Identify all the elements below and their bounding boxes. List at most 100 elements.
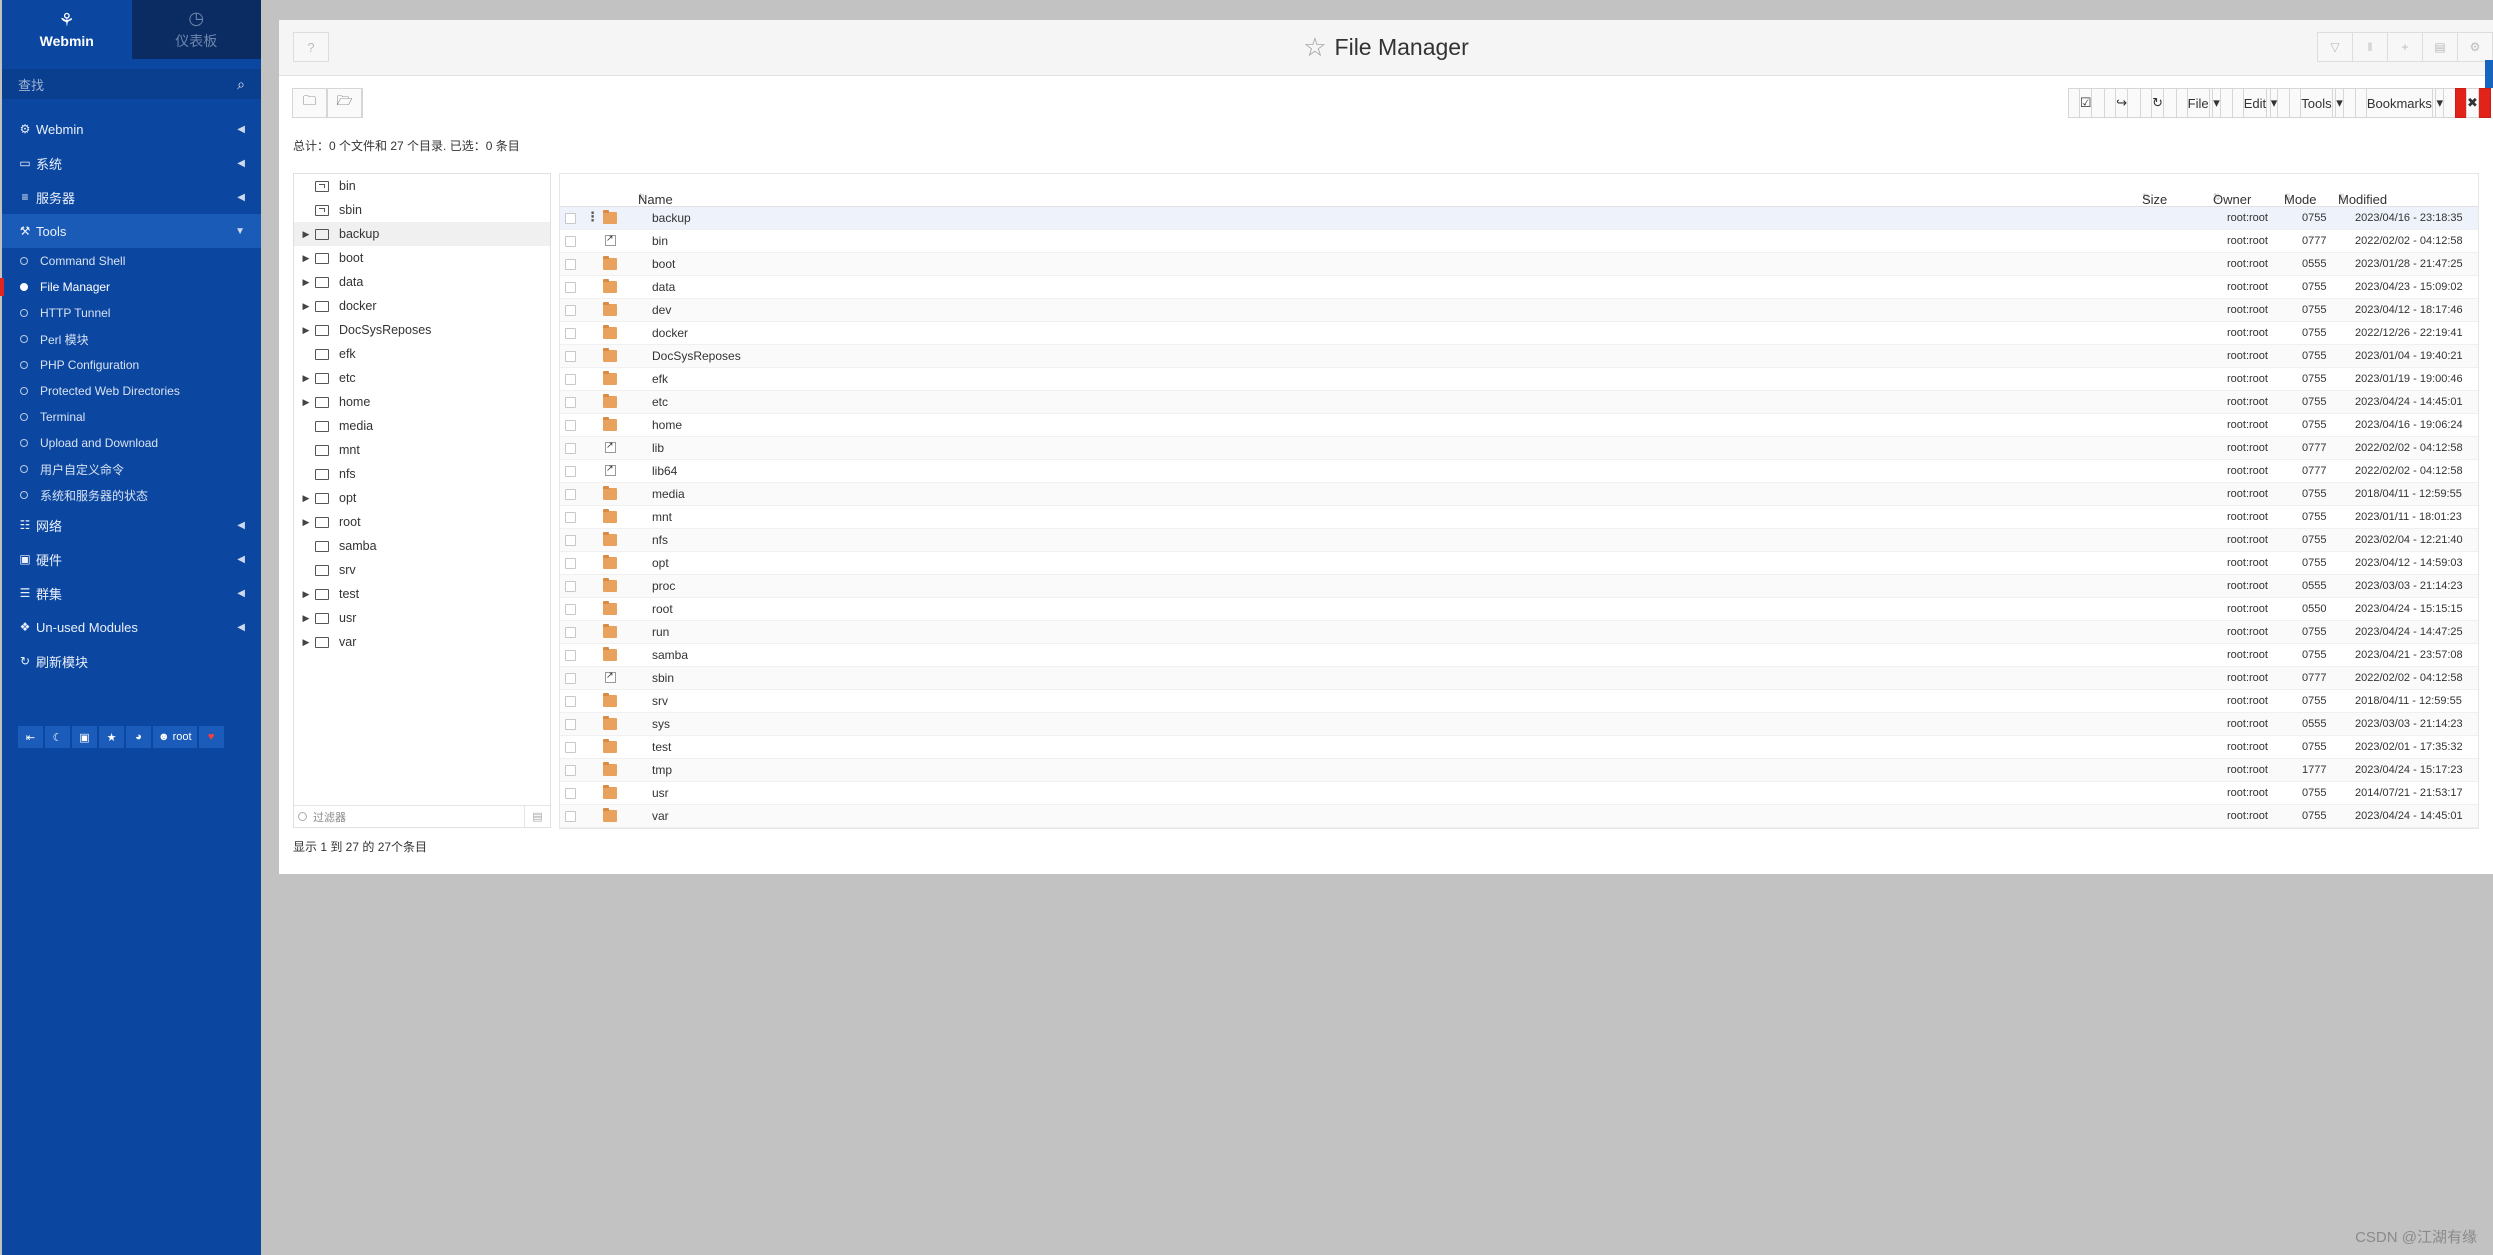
table-row[interactable]: mnt root:root 0755 2023/01/11 - 18:01:23 [560,506,2478,529]
tree-item[interactable]: mnt [294,438,550,462]
tree-item[interactable]: ▶ etc [294,366,550,390]
tree-item[interactable]: ▶ var [294,630,550,654]
row-checkbox[interactable] [565,788,576,799]
table-row[interactable]: sys root:root 0555 2023/03/03 - 21:14:23 [560,713,2478,736]
expand-arrow-icon[interactable]: ▶ [297,397,315,408]
table-row[interactable]: opt root:root 0755 2023/04/12 - 14:59:03 [560,552,2478,575]
filter-icon[interactable]: ▽ [2317,32,2353,62]
row-checkbox[interactable] [565,420,576,431]
tree-item[interactable]: sbin [294,198,550,222]
tools-menu-button[interactable]: Tools ▾ [2289,88,2356,118]
open-folder-button[interactable]: 🗀 [292,88,328,118]
table-row[interactable]: samba root:root 0755 2023/04/21 - 23:57:08 [560,644,2478,667]
tree-filter-input[interactable]: 过滤器 ▤ [294,805,550,827]
row-checkbox[interactable] [565,696,576,707]
expand-arrow-icon[interactable]: ▶ [297,517,315,528]
table-row[interactable]: bin root:root 0777 2022/02/02 - 04:12:58 [560,230,2478,253]
collapse-icon[interactable]: ⇤ [18,726,43,748]
expand-arrow-icon[interactable]: ▶ [297,277,315,288]
plus-icon[interactable]: + [2387,32,2423,62]
tree-item[interactable]: media [294,414,550,438]
table-row[interactable]: usr root:root 0755 2014/07/21 - 21:53:17 [560,782,2478,805]
tree-item[interactable]: ▶ test [294,582,550,606]
expand-arrow-icon[interactable]: ▶ [297,301,315,312]
file-menu-button[interactable]: File ▾ [2175,88,2233,118]
file-name[interactable]: tmp [652,763,672,777]
refresh-button[interactable]: ↻ [2139,88,2177,118]
row-menu-icon[interactable]: ⋮ [586,209,599,225]
file-name[interactable]: var [652,809,669,823]
row-checkbox[interactable] [565,512,576,523]
window-icon[interactable]: ▤ [2422,32,2458,62]
file-name[interactable]: srv [652,694,668,708]
file-name[interactable]: root [652,602,673,616]
sidebar-subitem-system-server-status[interactable]: 系统和服务器的状态 [2,482,261,508]
tab-dashboard[interactable]: ◷ 仪表板 [131,0,261,59]
file-name[interactable]: docker [652,326,688,340]
sidebar-item-servers[interactable]: ≡ 服务器 ◀ [2,180,261,214]
move-folder-button[interactable]: 🗁 [327,88,363,118]
tree-item[interactable]: ▶ docker [294,294,550,318]
bookmarks-menu-button[interactable]: Bookmarks ▾ [2354,88,2456,118]
sidebar-item-cluster[interactable]: ☰ 群集 ◀ [2,576,261,610]
sidebar-item-webmin[interactable]: ⚙ Webmin ◀ [2,112,261,146]
tab-webmin[interactable]: ⚘ Webmin [2,0,132,59]
file-name[interactable]: run [652,625,669,639]
terminal-icon[interactable]: ▣ [72,726,97,748]
row-checkbox[interactable] [565,351,576,362]
file-name[interactable]: data [652,280,675,294]
row-checkbox[interactable] [565,466,576,477]
table-row[interactable]: dev root:root 0755 2023/04/12 - 18:17:46 [560,299,2478,322]
row-checkbox[interactable] [565,397,576,408]
file-name[interactable]: samba [652,648,688,662]
table-row[interactable]: root root:root 0550 2023/04/24 - 15:15:15 [560,598,2478,621]
file-name[interactable]: sys [652,717,670,731]
row-checkbox[interactable] [565,259,576,270]
user-button[interactable]: ☻ root [153,726,197,748]
help-button[interactable]: ? [293,32,329,62]
row-checkbox[interactable] [565,604,576,615]
tree-item[interactable]: bin [294,174,550,198]
tree-item[interactable]: ▶ data [294,270,550,294]
tree-item[interactable]: ▶ opt [294,486,550,510]
table-row[interactable]: srv root:root 0755 2018/04/11 - 12:59:55 [560,690,2478,713]
row-checkbox[interactable] [565,535,576,546]
row-checkbox[interactable] [565,627,576,638]
row-checkbox[interactable] [565,719,576,730]
row-checkbox[interactable] [565,742,576,753]
sidebar-item-network[interactable]: ☷ 网络 ◀ [2,508,261,542]
sidebar-item-unused-modules[interactable]: ❖ Un-used Modules ◀ [2,610,261,644]
table-row[interactable]: lib64 root:root 0777 2022/02/02 - 04:12:58 [560,460,2478,483]
expand-arrow-icon[interactable]: ▶ [297,229,315,240]
tree-item[interactable]: ▶ DocSysReposes [294,318,550,342]
edit-menu-button[interactable]: Edit ▾ [2231,88,2291,118]
expand-arrow-icon[interactable]: ▶ [297,373,315,384]
row-checkbox[interactable] [565,558,576,569]
sidebar-subitem-http-tunnel[interactable]: HTTP Tunnel [2,300,261,326]
sidebar-subitem-custom-commands[interactable]: 用户自定义命令 [2,456,261,482]
table-row[interactable]: docker root:root 0755 2022/12/26 - 22:19:41 [560,322,2478,345]
sidebar-item-hardware[interactable]: ▣ 硬件 ◀ [2,542,261,576]
palette-icon[interactable]: ◕ [126,726,151,748]
file-name[interactable]: nfs [652,533,668,547]
file-name[interactable]: lib [652,441,664,455]
row-checkbox[interactable] [565,673,576,684]
file-name[interactable]: test [652,740,671,754]
table-row[interactable]: media root:root 0755 2018/04/11 - 12:59:55 [560,483,2478,506]
table-row[interactable]: test root:root 0755 2023/02/01 - 17:35:32 [560,736,2478,759]
tree-item[interactable]: ▶ backup [294,222,550,246]
search-icon[interactable]: ⌕ [237,76,245,93]
sidebar-item-refresh-modules[interactable]: ↻ 刷新模块 [2,644,261,678]
sidebar-item-system[interactable]: ▭ 系统 ◀ [2,146,261,180]
columns-icon[interactable]: ‖ [2352,32,2388,62]
moon-icon[interactable]: ☾ [45,726,70,748]
row-checkbox[interactable] [565,581,576,592]
tree-item[interactable]: nfs [294,462,550,486]
file-name[interactable]: opt [652,556,669,570]
sidebar-item-tools[interactable]: ⚒ Tools ▼ [2,214,261,248]
sidebar-subitem-command-shell[interactable]: Command Shell [2,248,261,274]
file-name[interactable]: proc [652,579,675,593]
file-name[interactable]: sbin [652,671,674,685]
tree-item[interactable]: ▶ usr [294,606,550,630]
file-name[interactable]: etc [652,395,668,409]
